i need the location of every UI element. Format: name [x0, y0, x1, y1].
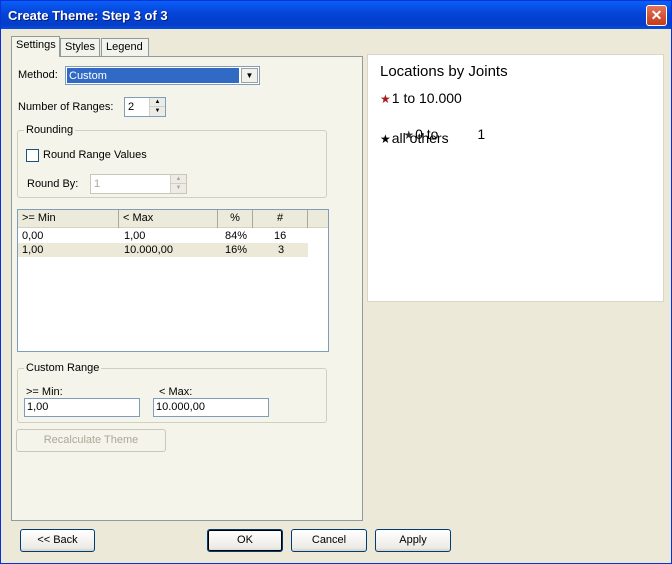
legend-item: ★all others [380, 130, 449, 146]
table-row[interactable]: 0,00 1,00 84% 16 [18, 229, 308, 243]
table-cell: 1,00 [124, 230, 146, 242]
red-star-icon: ★ [380, 92, 391, 106]
stepper-up-icon[interactable]: ▲ [150, 98, 165, 107]
custom-min-label: >= Min: [26, 386, 63, 398]
legend-item: ★1 to 10.000 [380, 90, 462, 106]
method-label: Method: [18, 69, 58, 81]
round-by-label: Round By: [27, 178, 79, 190]
create-theme-dialog: Create Theme: Step 3 of 3 ✕ Settings Sty… [0, 0, 672, 564]
window-title: Create Theme: Step 3 of 3 [8, 8, 168, 23]
method-select[interactable]: Custom ▼ [65, 66, 260, 85]
rounding-group-title: Rounding [24, 124, 76, 136]
settings-panel: Method: Custom ▼ Number of Ranges: 2 ▲ ▼… [11, 56, 363, 521]
ok-button[interactable]: OK [207, 529, 283, 552]
col-percent-label: % [230, 212, 240, 224]
tab-styles-label: Styles [65, 41, 95, 53]
custom-range-group-title: Custom Range [24, 362, 102, 374]
col-max-label: < Max [123, 212, 154, 224]
tab-legend-label: Legend [106, 41, 143, 53]
title-bar[interactable]: Create Theme: Step 3 of 3 ✕ [1, 1, 671, 29]
col-count-header[interactable]: # [253, 210, 308, 228]
ranges-table-header: >= Min < Max % # [18, 210, 328, 228]
col-percent-header[interactable]: % [218, 210, 253, 228]
num-ranges-value: 2 [128, 101, 135, 113]
table-cell: 16 [274, 230, 287, 242]
col-min-header[interactable]: >= Min [18, 210, 119, 228]
custom-max-field[interactable]: 10.000,00 [153, 398, 269, 417]
custom-max-label: < Max: [159, 386, 193, 398]
table-cell: 10.000,00 [124, 244, 173, 256]
table-row[interactable]: 1,00 10.000,00 16% 3 [18, 243, 308, 257]
apply-button[interactable]: Apply [375, 529, 451, 552]
tab-legend[interactable]: Legend [101, 38, 149, 56]
legend-item-label: 1 to 10.000 [391, 90, 462, 106]
table-cell: 84% [225, 230, 248, 242]
num-ranges-label: Number of Ranges: [18, 101, 114, 113]
round-by-stepper[interactable]: 1 ▲ ▼ [90, 174, 187, 194]
cancel-button[interactable]: Cancel [291, 529, 367, 552]
round-range-values-checkbox[interactable] [26, 149, 39, 162]
table-cell: 3 [278, 244, 285, 256]
tab-settings-label: Settings [16, 39, 56, 51]
black-star-icon: ★ [380, 132, 391, 146]
col-max-header[interactable]: < Max [119, 210, 218, 228]
table-cell: 0,00 [22, 230, 44, 242]
close-button[interactable]: ✕ [646, 5, 667, 26]
custom-range-group: Custom Range >= Min: 1,00 < Max: 10.000,… [17, 362, 327, 423]
ranges-table[interactable]: >= Min < Max % # 0,00 1,00 84% 16 1,00 1… [17, 209, 329, 352]
close-icon: ✕ [650, 7, 663, 23]
table-cell: 1,00 [22, 244, 44, 256]
table-cell: 16% [225, 244, 248, 256]
legend-preview: Locations by Joints ★1 to 10.000 ★0 to 1… [367, 54, 664, 302]
legend-title: Locations by Joints [380, 63, 508, 80]
num-ranges-stepper[interactable]: 2 ▲ ▼ [124, 97, 166, 117]
round-by-value: 1 [94, 178, 101, 190]
tab-settings[interactable]: Settings [11, 36, 60, 57]
method-selected-value: Custom [67, 68, 239, 83]
custom-min-field[interactable]: 1,00 [24, 398, 140, 417]
stepper-down-icon[interactable]: ▼ [171, 184, 186, 193]
col-min-label: >= Min [22, 212, 56, 224]
back-button[interactable]: << Back [20, 529, 95, 552]
rounding-group: Rounding Round Range Values Round By: 1 … [17, 124, 327, 198]
tab-styles[interactable]: Styles [60, 38, 100, 56]
chevron-down-icon[interactable]: ▼ [241, 68, 258, 83]
legend-item-label: all others [391, 130, 449, 146]
recalculate-theme-button[interactable]: Recalculate Theme [16, 429, 166, 452]
round-range-values-label: Round Range Values [43, 149, 147, 161]
stepper-up-icon[interactable]: ▲ [171, 175, 186, 184]
col-count-label: # [276, 212, 284, 224]
stepper-down-icon[interactable]: ▼ [150, 107, 165, 116]
